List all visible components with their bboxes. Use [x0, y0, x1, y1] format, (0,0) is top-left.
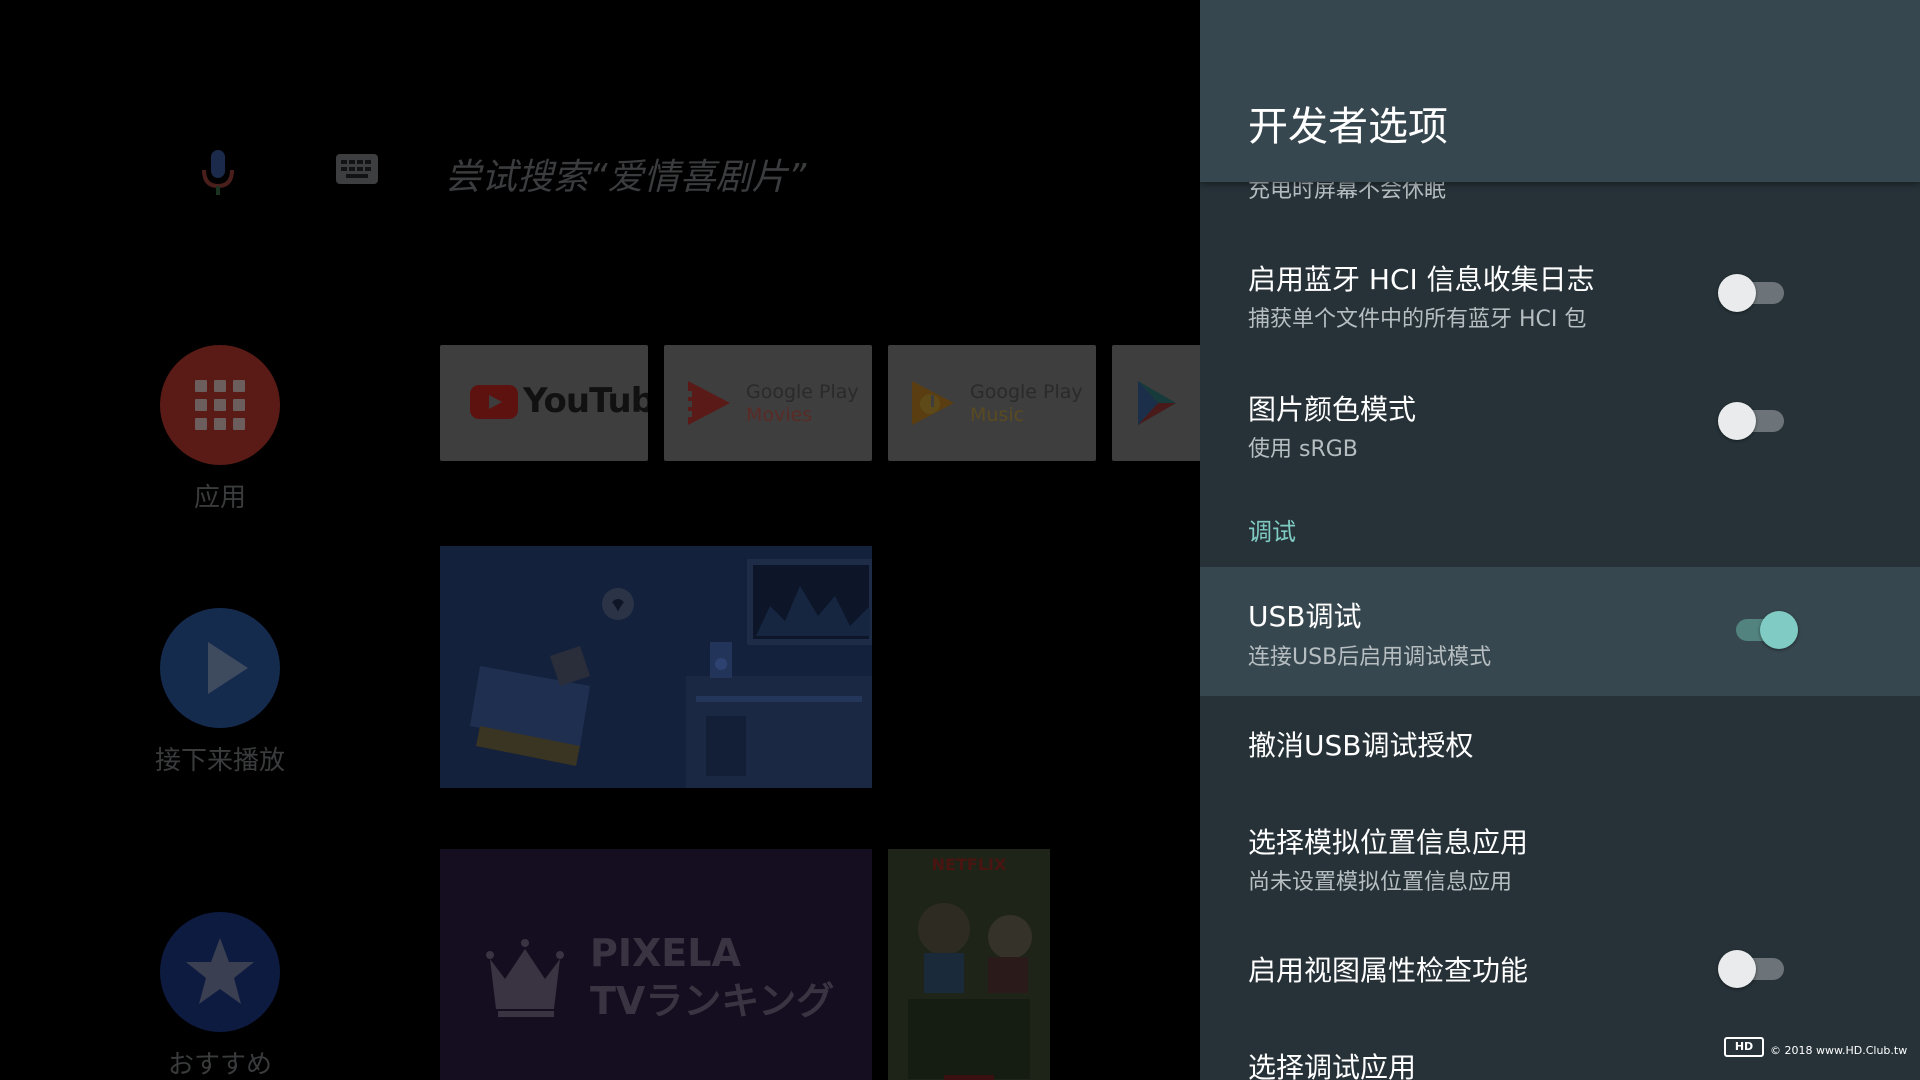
youtube-icon: [470, 385, 518, 419]
pref-title: 图片颜色模式: [1248, 393, 1417, 426]
pref-title: 选择调试应用: [1248, 1051, 1417, 1080]
picture-color-mode-toggle[interactable]: [1718, 396, 1790, 448]
pref-bluetooth-hci-log[interactable]: 启用蓝牙 HCI 信息收集日志 捕获单个文件中的所有蓝牙 HCI 包: [1200, 240, 1920, 356]
launcher-background: 尝试搜索“爱情喜剧片” 应用 接下来播放 おすすめ YouTube Google…: [0, 0, 1200, 1080]
pixela-ranking-card[interactable]: PIXELA TVランキング: [440, 849, 872, 1080]
pref-view-attribute-inspection[interactable]: 启用视图属性检查功能: [1200, 940, 1920, 1000]
pref-picture-color-mode[interactable]: 图片颜色模式 使用 sRGB: [1200, 370, 1920, 486]
pref-summary: 连接USB后启用调试模式: [1248, 645, 1492, 670]
rail-label: おすすめ: [167, 1050, 272, 1080]
tile-youtube[interactable]: YouTube: [440, 345, 648, 461]
microphone-icon[interactable]: [196, 148, 240, 198]
rail-label: 应用: [193, 483, 246, 513]
rail-label: 接下来播放: [154, 746, 285, 776]
star-icon: [160, 912, 280, 1032]
play-icon: [160, 608, 280, 728]
tile-play-music[interactable]: Google Play Music: [888, 345, 1096, 461]
pref-mock-location-app[interactable]: 选择模拟位置信息应用 尚未设置模拟位置信息应用: [1200, 800, 1920, 910]
panel-header: 开发者选项: [1200, 0, 1920, 182]
pref-summary: 捕获单个文件中的所有蓝牙 HCI 包: [1248, 307, 1587, 332]
tile-label: Google Play Music: [970, 381, 1083, 426]
developer-options-panel: 开发者选项 充电时屏幕不会休眠 启用蓝牙 HCI 信息收集日志 捕获单个文件中的…: [1200, 0, 1920, 1080]
play-store-icon: [1138, 381, 1176, 425]
tile-play-store[interactable]: [1112, 345, 1200, 461]
watermark-logo: HD: [1724, 1037, 1764, 1057]
usb-debugging-toggle[interactable]: [1732, 605, 1804, 657]
tile-play-movies[interactable]: Google Play Movies: [664, 345, 872, 461]
pixela-title: PIXELA TVランキング: [590, 931, 835, 1023]
pref-summary: 使用 sRGB: [1248, 437, 1358, 462]
page-title: 开发者选项: [1248, 104, 1448, 150]
play-movies-icon: [688, 381, 730, 425]
tile-label: Google Play Movies: [746, 381, 859, 426]
play-music-icon: [912, 381, 954, 425]
bluetooth-hci-toggle[interactable]: [1718, 268, 1790, 320]
pref-summary: 尚未设置模拟位置信息应用: [1248, 870, 1513, 895]
pref-title: USB调试: [1248, 600, 1362, 633]
rail-item-apps[interactable]: 应用: [150, 345, 290, 514]
pref-title: 启用蓝牙 HCI 信息收集日志: [1248, 263, 1595, 296]
pref-title: 撤消USB调试授权: [1248, 729, 1474, 762]
pref-usb-debugging[interactable]: USB调试 连接USB后启用调试模式: [1200, 567, 1920, 696]
rail-item-recommended[interactable]: おすすめ: [150, 912, 290, 1080]
pref-title: 选择模拟位置信息应用: [1248, 826, 1529, 859]
pref-revoke-usb-auth[interactable]: 撤消USB调试授权: [1200, 710, 1920, 780]
tile-label: YouTube: [523, 381, 648, 421]
keyboard-icon[interactable]: [336, 154, 378, 184]
pref-select-debug-app[interactable]: 选择调试应用: [1200, 1036, 1920, 1080]
pref-title: 启用视图属性检查功能: [1248, 954, 1529, 987]
view-attribute-toggle[interactable]: [1718, 944, 1790, 996]
rail-item-play-next[interactable]: 接下来播放: [150, 608, 290, 777]
crown-icon: [486, 939, 564, 1017]
apps-grid-icon: [160, 345, 280, 465]
search-hint-text[interactable]: 尝试搜索“爱情喜剧片”: [445, 148, 806, 200]
banner-illustration[interactable]: [440, 546, 872, 788]
watermark-text: © 2018 www.HD.Club.tw: [1770, 1044, 1908, 1057]
netflix-poster[interactable]: NETFLIX: [888, 849, 1050, 1080]
category-debug: 调试: [1248, 518, 1296, 546]
